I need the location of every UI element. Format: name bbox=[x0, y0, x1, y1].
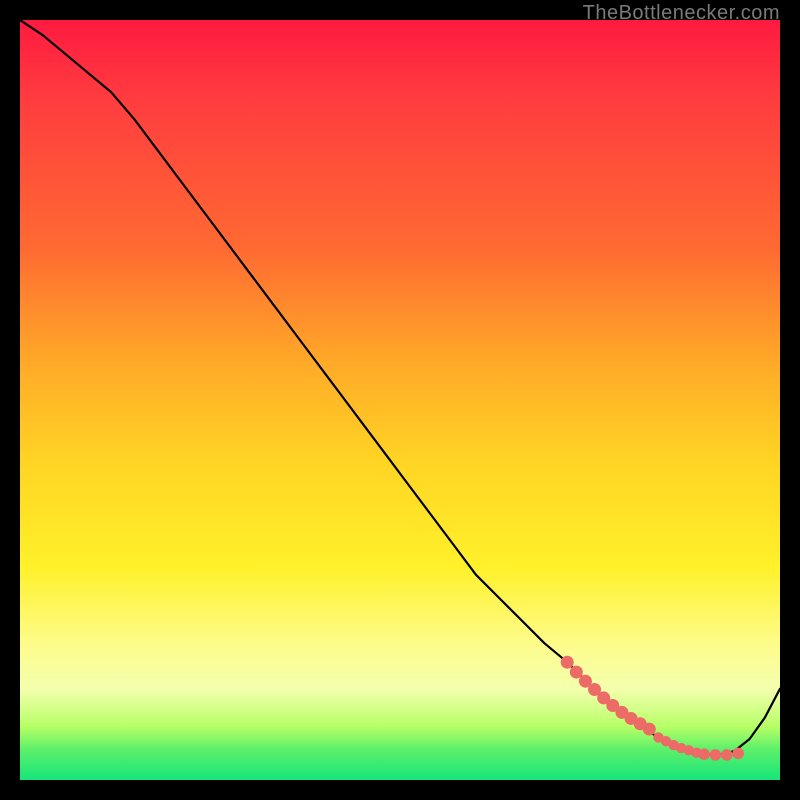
curve-marker bbox=[732, 748, 744, 760]
curve-marker bbox=[710, 749, 722, 761]
bottleneck-curve bbox=[20, 20, 780, 755]
plot-area bbox=[20, 20, 780, 780]
curve-marker bbox=[698, 748, 710, 760]
curve-marker bbox=[721, 749, 733, 761]
curve-marker bbox=[643, 723, 656, 736]
curve-layer bbox=[20, 20, 780, 780]
watermark-label: TheBottlenecker.com bbox=[583, 2, 780, 25]
curve-marker bbox=[561, 656, 574, 669]
chart-frame: TheBottlenecker.com bbox=[0, 0, 800, 800]
